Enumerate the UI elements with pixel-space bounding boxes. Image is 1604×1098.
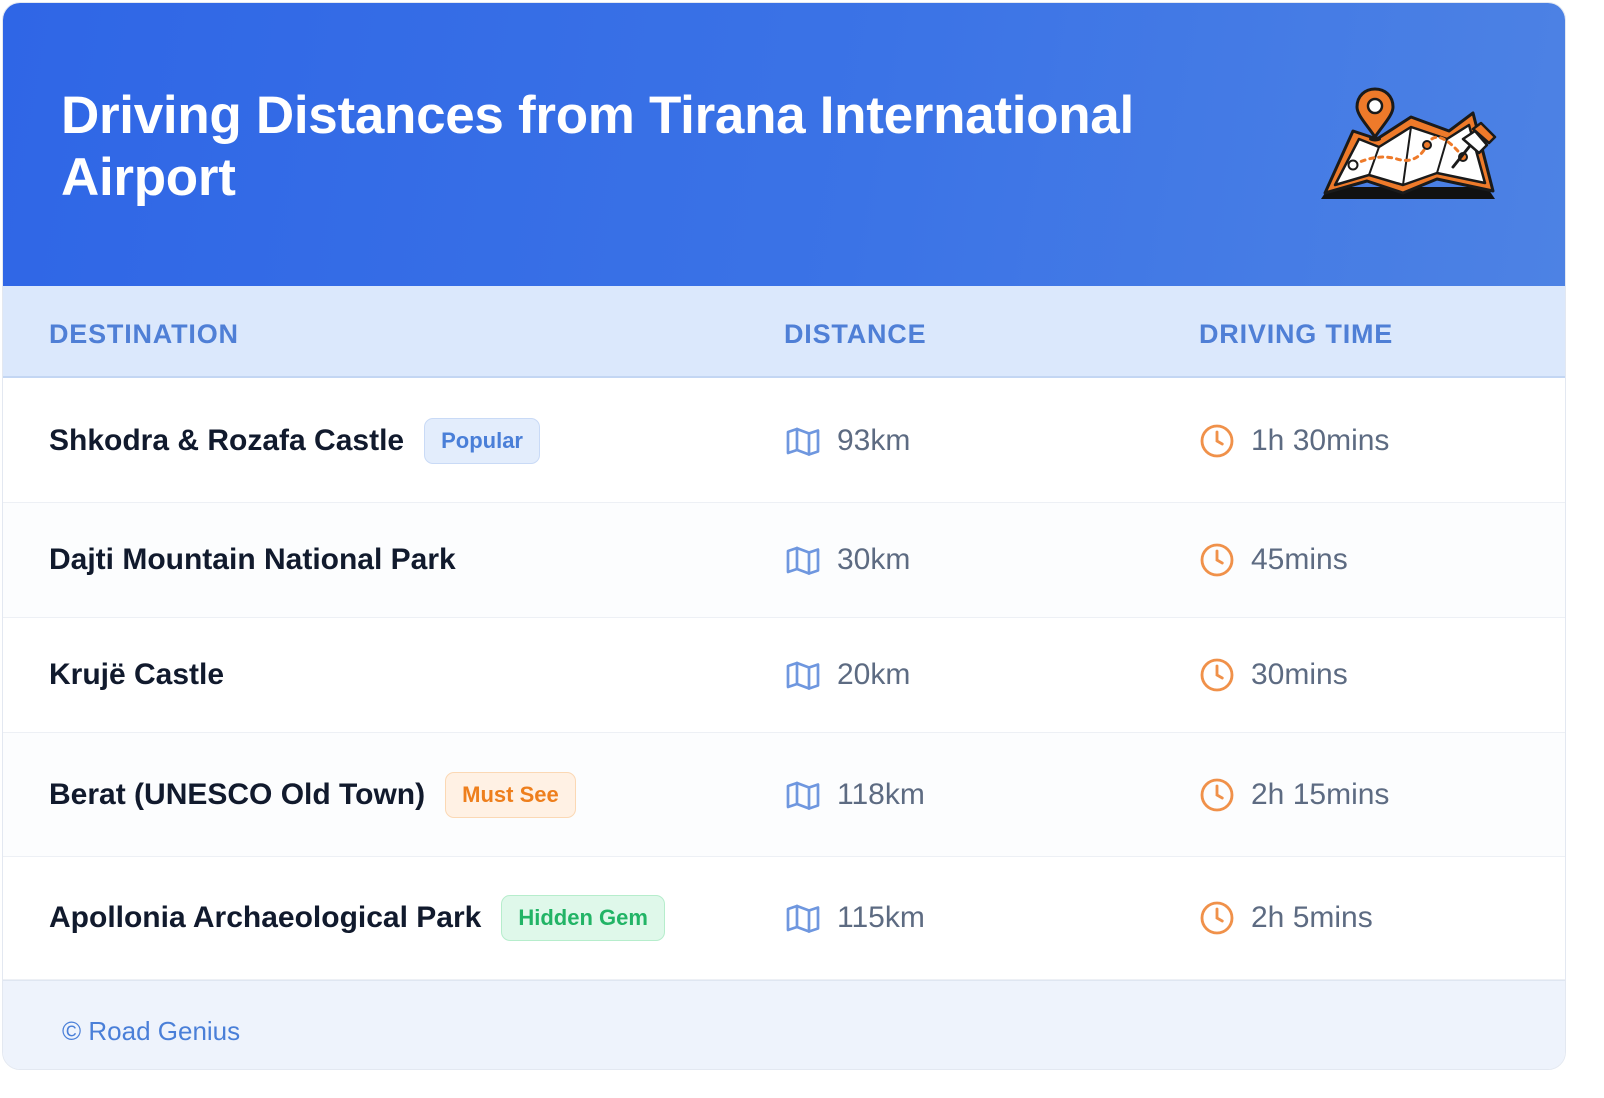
distance-cell: 115km (785, 857, 925, 979)
map-icon (786, 781, 820, 810)
must-see-badge: Must See (445, 771, 576, 818)
table-row: Dajti Mountain National Park 30km 45mins (3, 503, 1565, 618)
map-icon (786, 546, 820, 575)
table-row: Shkodra & Rozafa Castle Popular 93km 1h … (3, 379, 1565, 503)
table-row: Apollonia Archaeological Park Hidden Gem… (3, 857, 1565, 980)
destination-name: Apollonia Archaeological Park (49, 901, 482, 934)
map-with-pins-icon (1321, 87, 1497, 199)
distance-value: 20km (837, 658, 911, 691)
driving-time-value: 45mins (1251, 543, 1348, 576)
clock-icon (1200, 543, 1234, 577)
clock-icon (1200, 778, 1234, 811)
destination-cell: Krujë Castle (49, 618, 224, 732)
map-icon (786, 661, 820, 690)
distance-table-card: Driving Distances from Tirana Internatio… (2, 2, 1566, 1070)
distance-cell: 30km (785, 503, 910, 617)
destination-name: Dajti Mountain National Park (49, 543, 456, 576)
distance-cell: 93km (785, 379, 910, 502)
clock-icon (1200, 658, 1234, 692)
distance-cell: 118km (785, 733, 925, 856)
driving-time-cell: 2h 5mins (1199, 857, 1373, 979)
destination-cell: Dajti Mountain National Park (49, 503, 456, 617)
destination-cell: Berat (UNESCO Old Town) Must See (49, 733, 576, 856)
table-row: Berat (UNESCO Old Town) Must See 118km 2… (3, 733, 1565, 857)
destination-name: Berat (UNESCO Old Town) (49, 777, 426, 811)
column-header-destination: DESTINATION (49, 319, 239, 349)
destination-cell: Apollonia Archaeological Park Hidden Gem (49, 857, 665, 979)
copyright-text: © Road Genius (62, 1016, 241, 1046)
distance-value: 118km (837, 777, 925, 811)
map-icon (786, 427, 820, 456)
destination-name: Krujë Castle (49, 658, 225, 691)
header-banner: Driving Distances from Tirana Internatio… (3, 3, 1565, 286)
column-header-driving-time: DRIVING TIME (1199, 319, 1394, 349)
driving-time-value: 30mins (1251, 658, 1348, 691)
driving-time-value: 2h 5mins (1251, 901, 1373, 934)
footer: © Road Genius (3, 980, 1565, 1069)
hidden-gem-badge: Hidden Gem (501, 895, 665, 941)
map-icon (786, 904, 820, 933)
distance-value: 30km (837, 543, 911, 576)
destination-cell: Shkodra & Rozafa Castle Popular (49, 379, 540, 502)
table-header-row: DESTINATION DISTANCE DRIVING TIME (3, 286, 1565, 378)
driving-time-cell: 1h 30mins (1199, 379, 1389, 502)
driving-time-cell: 2h 15mins (1199, 733, 1389, 856)
driving-time-cell: 45mins (1199, 503, 1348, 617)
distance-cell: 20km (785, 618, 910, 732)
distance-value: 115km (837, 901, 925, 934)
destination-name: Shkodra & Rozafa Castle (49, 423, 405, 457)
table-row: Krujë Castle 20km 30mins (3, 618, 1565, 733)
clock-icon (1200, 424, 1234, 457)
driving-time-cell: 30mins (1199, 618, 1348, 732)
driving-time-value: 1h 30mins (1251, 423, 1390, 457)
distance-value: 93km (837, 423, 911, 457)
column-header-distance: DISTANCE (784, 319, 927, 349)
driving-time-value: 2h 15mins (1251, 777, 1390, 811)
page-title: Driving Distances from Tirana Internatio… (61, 86, 1134, 207)
popular-badge: Popular (424, 417, 540, 464)
clock-icon (1200, 901, 1234, 935)
